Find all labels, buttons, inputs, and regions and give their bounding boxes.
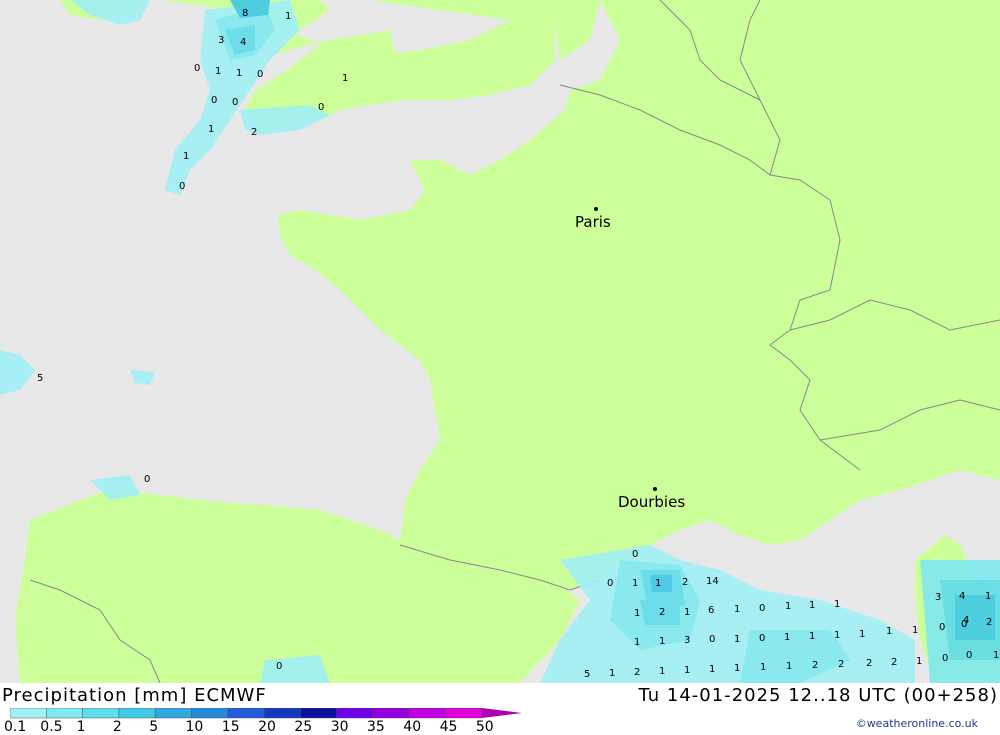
precip-value: 1 <box>183 151 190 162</box>
scale-swatch <box>372 708 410 719</box>
scale-swatch <box>82 708 120 719</box>
legend-bar: Precipitation [mm] ECMWF Tu 14-01-2025 1… <box>0 683 1000 735</box>
credit-link[interactable]: ©weatheronline.co.uk <box>856 717 978 730</box>
precip-value: 2 <box>986 617 993 628</box>
precip-value: 0 <box>257 69 264 80</box>
precip-value: 0 <box>759 603 766 614</box>
precip-value: 1 <box>659 666 666 677</box>
scale-swatch <box>409 708 446 719</box>
precip-value: 0 <box>709 634 716 645</box>
precip-value: 1 <box>916 656 923 667</box>
precip-value: 0 <box>939 622 946 633</box>
precip-value: 1 <box>684 665 691 676</box>
scale-swatch <box>336 708 374 719</box>
precip-value: 0 <box>607 578 614 589</box>
map-title: Precipitation [mm] ECMWF <box>2 685 267 706</box>
precip-value: 1 <box>734 604 741 615</box>
precip-value: 0 <box>144 474 151 485</box>
precip-value: 1 <box>734 634 741 645</box>
precip-value: 1 <box>760 662 767 673</box>
precip-value: 4 <box>240 37 247 48</box>
precip-value: 1 <box>659 636 666 647</box>
scale-swatch <box>191 708 229 719</box>
dourbies-marker <box>653 487 657 491</box>
precip-value: 0 <box>232 97 239 108</box>
precip-value: 3 <box>218 35 225 46</box>
scale-swatch <box>118 708 156 719</box>
precip-value: 2 <box>866 658 873 669</box>
precip-value: 3 <box>684 635 691 646</box>
scale-arrow <box>481 708 522 718</box>
precip-value: 5 <box>584 669 591 680</box>
precip-value: 1 <box>684 607 691 618</box>
precip-value: 1 <box>285 11 292 22</box>
precip-value: 0 <box>318 102 325 113</box>
scale-swatch <box>10 708 47 719</box>
dourbies-label: Dourbies <box>618 493 686 511</box>
precip-value: 0 <box>276 661 283 672</box>
precipitation-map[interactable]: Paris Dourbies 8 1 3 4 0 1 1 0 0 0 1 2 1 0 1 0 0 0 1 1 2 14 1 2… <box>0 0 1000 683</box>
precip-value: 14 <box>706 576 719 587</box>
scale-swatch <box>263 708 301 719</box>
paris-label: Paris <box>575 213 611 231</box>
scale-swatch <box>300 708 337 719</box>
map-canvas <box>0 0 1000 683</box>
precip-value: 1 <box>634 608 641 619</box>
precip-value: 1 <box>784 632 791 643</box>
precip-value: 1 <box>632 578 639 589</box>
precip-value: 1 <box>859 629 866 640</box>
precip-value: 8 <box>242 8 249 19</box>
precip-value: 1 <box>985 591 992 602</box>
precip-value: 1 <box>886 626 893 637</box>
precip-value: 1 <box>208 124 215 135</box>
precip-value: 1 <box>655 578 662 589</box>
precip-value: 1 <box>342 73 349 84</box>
scale-swatch <box>445 708 483 719</box>
scale-swatch <box>46 708 83 719</box>
scale-swatch <box>154 708 192 719</box>
precip-value: 2 <box>891 657 898 668</box>
precip-value: 0 <box>759 633 766 644</box>
precip-value: 3 <box>935 592 942 603</box>
precip-value: 1 <box>785 601 792 612</box>
precip-value: 2 <box>812 660 819 671</box>
precip-value: 1 <box>709 664 716 675</box>
scale-swatch <box>227 708 265 719</box>
precip-value: 1 <box>236 68 243 79</box>
precip-value: 1 <box>809 600 816 611</box>
precip-value: 6 <box>708 605 715 616</box>
precip-value: 2 <box>838 659 845 670</box>
precip-value: 5 <box>37 373 44 384</box>
precip-value: 0 <box>942 653 949 664</box>
precip-value: 1 <box>809 631 816 642</box>
precip-value: 0 <box>632 549 639 560</box>
precip-value: 1 <box>215 66 222 77</box>
precip-value: 4 <box>959 591 966 602</box>
precip-value: 2 <box>251 127 258 138</box>
precip-value: 1 <box>609 668 616 679</box>
precip-value: 0 <box>966 650 973 661</box>
forecast-timestamp: Tu 14-01-2025 12..18 UTC (00+258) <box>638 685 998 706</box>
precip-value: 1 <box>834 599 841 610</box>
precip-value: 0 <box>179 181 186 192</box>
precip-value: 2 <box>659 607 666 618</box>
precip-value: 1 <box>734 663 741 674</box>
paris-marker <box>594 207 598 211</box>
precip-value: 1 <box>634 637 641 648</box>
precip-value: 1 <box>834 630 841 641</box>
precip-value: 0 <box>211 95 218 106</box>
precip-value: 1 <box>786 661 793 672</box>
precip-value: 0 <box>194 63 201 74</box>
precip-value: 2 <box>634 667 641 678</box>
precip-value: 1 <box>993 650 1000 661</box>
precip-value: 2 <box>682 577 689 588</box>
precip-value: 1 <box>912 625 919 636</box>
precip-value: 4 <box>963 615 970 626</box>
